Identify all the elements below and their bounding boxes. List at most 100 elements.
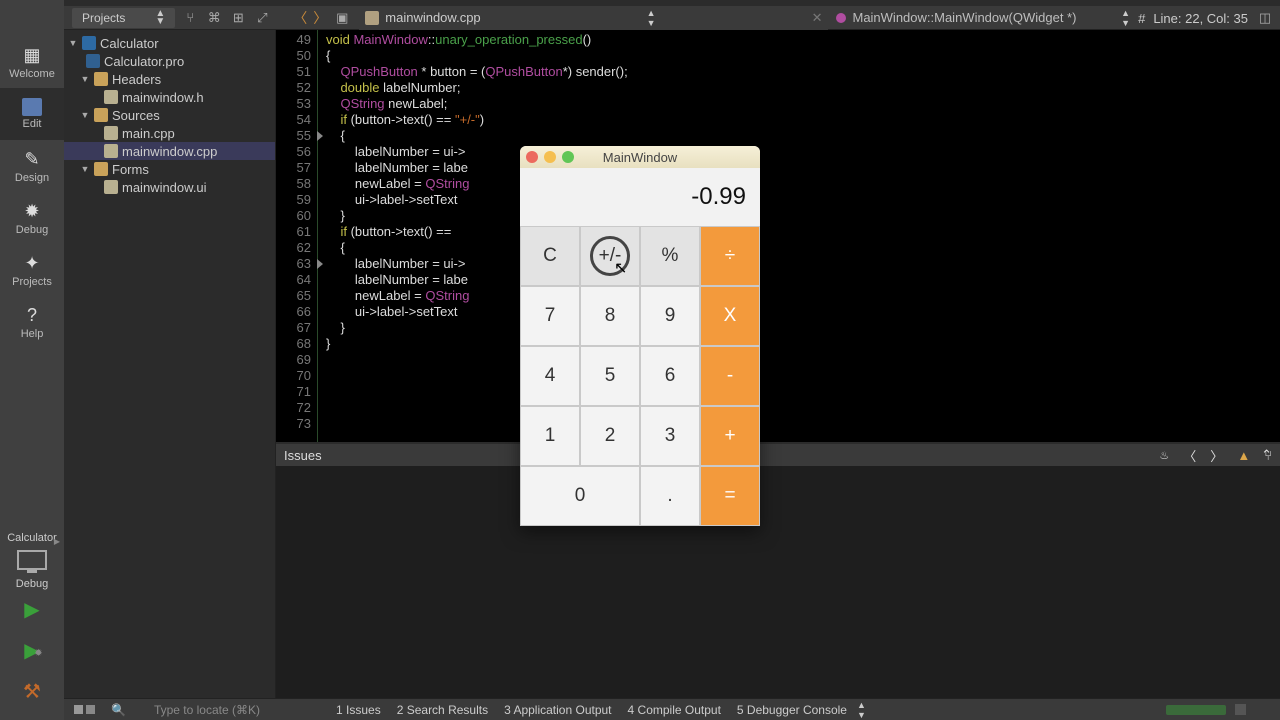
calculator-titlebar[interactable]: MainWindow	[520, 146, 760, 168]
calc-key-[interactable]: +	[700, 406, 760, 466]
close-file-icon[interactable]: ✕	[812, 10, 823, 26]
calc-key-[interactable]: -	[700, 346, 760, 406]
mode-design[interactable]: ✎Design	[0, 140, 64, 192]
project-icon	[82, 36, 96, 50]
locator-input[interactable]: Type to locate (⌘K)	[154, 703, 260, 717]
filter-columns-icon[interactable]: ♨	[1159, 449, 1169, 462]
output-toggle-icon[interactable]	[74, 705, 95, 714]
disclosure-open-icon: ▼	[80, 74, 90, 84]
dropdown-arrows-icon: ▲▼	[857, 700, 866, 720]
projects-icon: ✦	[24, 253, 39, 274]
open-file-selector[interactable]: mainwindow.cpp ▲▼ ✕	[359, 6, 828, 30]
help-icon: ?	[27, 305, 37, 326]
output-tab[interactable]: 4 Compile Output	[628, 703, 721, 717]
expand-icon[interactable]: ⤢	[253, 9, 271, 27]
issues-pane-body	[276, 466, 1280, 700]
output-tab[interactable]: 3 Application Output	[504, 703, 611, 717]
stop-icon[interactable]	[1235, 704, 1246, 715]
mode-projects[interactable]: ✦Projects	[0, 244, 64, 296]
calc-key-6[interactable]: 6	[640, 346, 700, 406]
cpp-file-icon	[104, 126, 118, 140]
tree-headers-folder[interactable]: ▼Headers	[64, 70, 275, 88]
warning-icon[interactable]: ▲	[1237, 448, 1250, 463]
project-selector-label: Projects	[82, 11, 125, 25]
folder-icon	[94, 162, 108, 176]
cursor-position: Line: 22, Col: 35	[1153, 11, 1248, 26]
output-tab[interactable]: 1 Issues	[336, 703, 381, 717]
mode-edit[interactable]: Edit	[0, 88, 64, 140]
calc-key-2[interactable]: 2	[580, 406, 640, 466]
split-right-icon[interactable]: ◫	[1256, 9, 1274, 27]
calc-key-[interactable]: ÷	[700, 226, 760, 286]
folder-icon	[94, 108, 108, 122]
disclosure-open-icon: ▼	[68, 38, 78, 48]
symbol-selector[interactable]: MainWindow::MainWindow(QWidget *)	[836, 10, 1076, 25]
pro-file-icon	[86, 54, 100, 68]
project-tree: ▼Calculator Calculator.pro ▼Headers main…	[64, 30, 276, 700]
disclosure-open-icon: ▼	[80, 164, 90, 174]
calc-key-8[interactable]: 8	[580, 286, 640, 346]
output-tab[interactable]: 5 Debugger Console	[737, 703, 847, 717]
nav-back-icon[interactable]: 〈	[293, 8, 307, 28]
design-icon: ✎	[24, 149, 39, 170]
press-ring-icon	[590, 236, 630, 276]
line-number-gutter: 4950515253545556575859606162636465666768…	[276, 30, 318, 442]
tree-file[interactable]: main.cpp	[64, 124, 275, 142]
calc-key-[interactable]: %	[640, 226, 700, 286]
output-tab[interactable]: 2 Search Results	[397, 703, 488, 717]
kit-selector[interactable]: Calculator ▶ Debug	[0, 532, 64, 590]
desktop-target-icon	[17, 550, 47, 570]
collapse-pane-icon[interactable]: ⌃	[1261, 447, 1272, 463]
calculator-keypad: C+/-%÷ 789X 456- 123+0.=	[520, 226, 760, 526]
calc-key-0[interactable]: 0	[520, 466, 640, 526]
calc-key-[interactable]: +/-	[580, 226, 640, 286]
expand-tri-icon: ▶	[54, 537, 60, 546]
calc-key-x[interactable]: X	[700, 286, 760, 346]
ui-file-icon	[104, 180, 118, 194]
tree-pro-file[interactable]: Calculator.pro	[64, 52, 275, 70]
bookmark-icon[interactable]: ▣	[333, 9, 351, 27]
prev-issue-icon[interactable]: 〈	[1183, 446, 1196, 465]
calc-key-[interactable]: .	[640, 466, 700, 526]
calc-key-[interactable]: =	[700, 466, 760, 526]
search-locate-icon[interactable]: 🔍	[111, 703, 126, 717]
method-icon	[836, 13, 846, 23]
calc-key-4[interactable]: 4	[520, 346, 580, 406]
tree-forms-folder[interactable]: ▼Forms	[64, 160, 275, 178]
calc-key-7[interactable]: 7	[520, 286, 580, 346]
dropdown-arrows-icon: ▲▼	[647, 8, 656, 28]
nav-forward-icon[interactable]: 〉	[313, 8, 327, 28]
fold-marker-icon[interactable]	[317, 259, 323, 269]
filter-icon[interactable]: ⑂	[181, 9, 199, 27]
disclosure-open-icon: ▼	[80, 110, 90, 120]
tree-file[interactable]: mainwindow.h	[64, 88, 275, 106]
link-icon[interactable]: ⌘	[205, 9, 223, 27]
add-split-icon[interactable]: ⊞	[229, 9, 247, 27]
build-icon[interactable]: ⚒	[23, 679, 41, 704]
mode-welcome[interactable]: ▦Welcome	[0, 36, 64, 88]
calc-key-9[interactable]: 9	[640, 286, 700, 346]
tree-sources-folder[interactable]: ▼Sources	[64, 106, 275, 124]
project-selector[interactable]: Projects ▲▼	[72, 8, 175, 28]
calc-key-3[interactable]: 3	[640, 406, 700, 466]
tree-file-active[interactable]: mainwindow.cpp	[64, 142, 275, 160]
next-issue-icon[interactable]: 〉	[1210, 446, 1223, 465]
tree-file[interactable]: mainwindow.ui	[64, 178, 275, 196]
tree-root[interactable]: ▼Calculator	[64, 34, 275, 52]
code-content[interactable]: void MainWindow::unary_operation_pressed…	[326, 32, 1280, 352]
code-editor[interactable]: 4950515253545556575859606162636465666768…	[276, 30, 1280, 442]
fold-marker-icon[interactable]	[317, 131, 323, 141]
edit-icon	[22, 98, 42, 116]
calc-key-c[interactable]: C	[520, 226, 580, 286]
mode-help[interactable]: ?Help	[0, 296, 64, 348]
welcome-icon: ▦	[23, 45, 40, 66]
dropdown-arrows-icon: ▲▼	[1121, 8, 1130, 28]
line-col-jump-icon[interactable]: #	[1138, 11, 1145, 26]
folder-icon	[94, 72, 108, 86]
calc-key-5[interactable]: 5	[580, 346, 640, 406]
run-icon[interactable]: ▶	[24, 597, 39, 622]
run-debug-icon[interactable]: ▶✹	[24, 638, 39, 663]
mode-debug[interactable]: ✹Debug	[0, 192, 64, 244]
mode-sidebar: ▦Welcome Edit ✎Design ✹Debug ✦Projects ?…	[0, 0, 64, 720]
calc-key-1[interactable]: 1	[520, 406, 580, 466]
